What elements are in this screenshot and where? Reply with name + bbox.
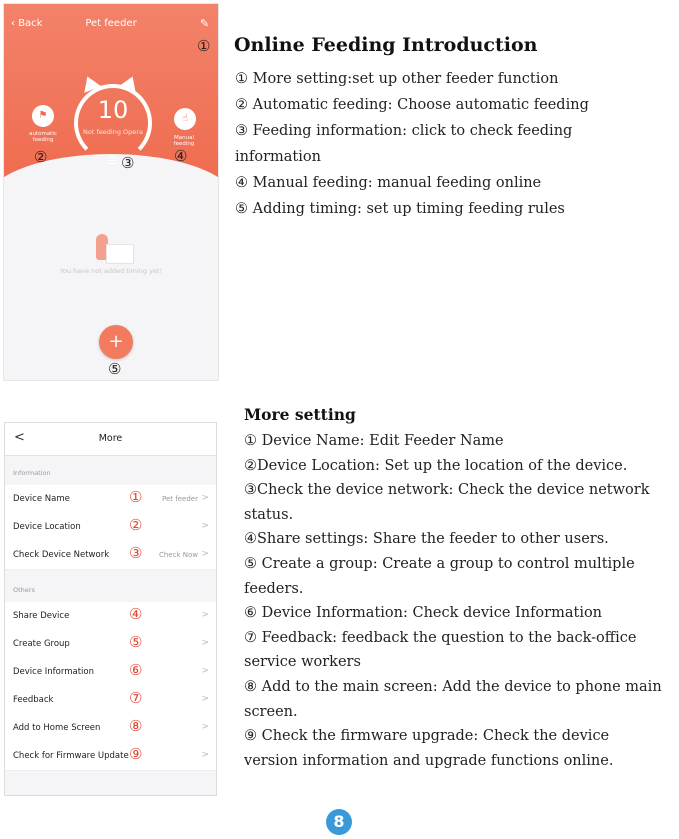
more-title: More [98, 433, 123, 444]
more-line: status. [244, 506, 294, 523]
feeder-screen: ‹ Back Pet feeder ✎ ① 10 Not feeding Ope… [3, 3, 219, 381]
row-label: Device Name [13, 494, 70, 504]
empty-state-message: You have not added timing yet! [59, 267, 163, 275]
more-line: ②Device Location: Set up the location of… [244, 457, 628, 474]
row-label: Device Location [13, 522, 81, 532]
ring-subtext: Not feeding Opera [83, 128, 143, 136]
row-label: Check Device Network [13, 550, 110, 560]
chevron-right-icon: > [201, 722, 209, 732]
pencil-icon[interactable]: ✎ [200, 17, 209, 30]
more-line: ⑥ Device Information: Check device Infor… [244, 605, 603, 622]
manual-feeding-button[interactable]: ☝ [174, 108, 196, 130]
chevron-right-icon: > [201, 521, 209, 531]
row-device-information[interactable]: Device Information ⑥ > [5, 658, 216, 687]
row-label: Device Information [13, 667, 94, 677]
marker-3: ③ [121, 154, 135, 172]
intro-lines: ① More setting:set up other feeder funct… [235, 66, 675, 222]
marker-1: ① [129, 488, 143, 506]
chevron-right-icon: > [201, 750, 209, 760]
more-line: feeders. [244, 580, 304, 597]
marker-2: ② [34, 148, 48, 166]
chevron-right-icon: > [201, 493, 209, 503]
marker-2: ② [129, 516, 143, 534]
chevron-right-icon: > [201, 638, 209, 648]
marker-6: ⑥ [129, 661, 143, 679]
row-label: Share Device [13, 611, 70, 621]
chevron-right-icon: > [201, 610, 209, 620]
chevron-right-icon: > [201, 549, 209, 559]
more-screen: < More Information Device Name ① Pet fee… [4, 422, 217, 796]
more-line: screen. [244, 703, 298, 720]
automatic-feeding-label: automatic feeding [29, 131, 57, 143]
chevron-right-icon: > [201, 694, 209, 704]
row-share-device[interactable]: Share Device ④ > [5, 602, 216, 631]
row-label: Check for Firmware Update [13, 751, 129, 761]
intro-line: information [235, 149, 321, 165]
row-create-group[interactable]: Create Group ⑤ > [5, 630, 216, 659]
section-others: Others [13, 586, 35, 594]
marker-7: ⑦ [129, 689, 143, 707]
more-header: < More [5, 423, 216, 456]
marker-9: ⑨ [129, 745, 143, 763]
hand-tap-icon: ☝ [181, 113, 189, 124]
row-value: Check Now [158, 551, 198, 559]
section-information: Information [13, 469, 51, 477]
more-line: ⑦ Feedback: feedback the question to the… [244, 629, 637, 646]
more-line: ⑤ Create a group: Create a group to cont… [244, 555, 635, 572]
row-feedback[interactable]: Feedback ⑦ > [5, 686, 216, 715]
ring-number: 10 [97, 96, 129, 124]
more-line: ① Device Name: Edit Feeder Name [244, 433, 504, 449]
intro-line: ③ Feeding information: click to check fe… [235, 123, 573, 139]
more-line: version information and upgrade function… [244, 752, 614, 769]
marker-1: ① [197, 37, 211, 55]
feeding-info-list-icon[interactable]: ☰ [108, 156, 117, 167]
more-line: ⑧ Add to the main screen: Add the device… [244, 678, 662, 695]
more-line: ④Share settings: Share the feeder to oth… [244, 531, 609, 548]
row-add-home-screen[interactable]: Add to Home Screen ⑧ > [5, 714, 216, 743]
chevron-right-icon: > [201, 666, 209, 676]
intro-title: Online Feeding Introduction [234, 34, 538, 56]
row-firmware-update[interactable]: Check for Firmware Update ⑨ > [5, 742, 216, 771]
intro-line: ② Automatic feeding: Choose automatic fe… [235, 97, 589, 113]
row-label: Feedback [13, 695, 54, 705]
marker-3: ③ [129, 544, 143, 562]
marker-4: ④ [174, 147, 188, 165]
intro-line: ④ Manual feeding: manual feeding online [235, 175, 542, 191]
manual-feeding-label: Manual feeding [173, 135, 195, 147]
row-label: Add to Home Screen [13, 723, 101, 733]
row-check-network[interactable]: Check Device Network ③ Check Now > [5, 541, 216, 570]
food-bowl-icon: ⚑ [38, 110, 48, 121]
marker-8: ⑧ [129, 717, 143, 735]
more-line: ③Check the device network: Check the dev… [244, 482, 650, 499]
automatic-feeding-button[interactable]: ⚑ [32, 105, 54, 127]
intro-line: ⑤ Adding timing: set up timing feeding r… [235, 201, 565, 217]
more-setting-lines: ① Device Name: Edit Feeder Name ②Device … [244, 429, 679, 773]
row-device-name[interactable]: Device Name ① Pet feeder > [5, 485, 216, 514]
marker-5: ⑤ [129, 633, 143, 651]
intro-line: ① More setting:set up other feeder funct… [235, 71, 559, 87]
empty-state-cat-icon [92, 234, 134, 264]
more-setting-title: More setting [244, 405, 356, 424]
row-label: Create Group [13, 639, 70, 649]
add-timing-button[interactable]: + [99, 325, 133, 359]
more-line: service workers [244, 654, 361, 671]
row-value: Pet feeder [162, 495, 198, 503]
row-device-location[interactable]: Device Location ② > [5, 513, 216, 542]
feeder-title: Pet feeder [85, 18, 137, 29]
marker-5: ⑤ [108, 360, 122, 378]
marker-4: ④ [129, 605, 143, 623]
page-number-badge: 8 [326, 809, 352, 835]
more-line: ⑨ Check the firmware upgrade: Check the … [244, 728, 610, 745]
